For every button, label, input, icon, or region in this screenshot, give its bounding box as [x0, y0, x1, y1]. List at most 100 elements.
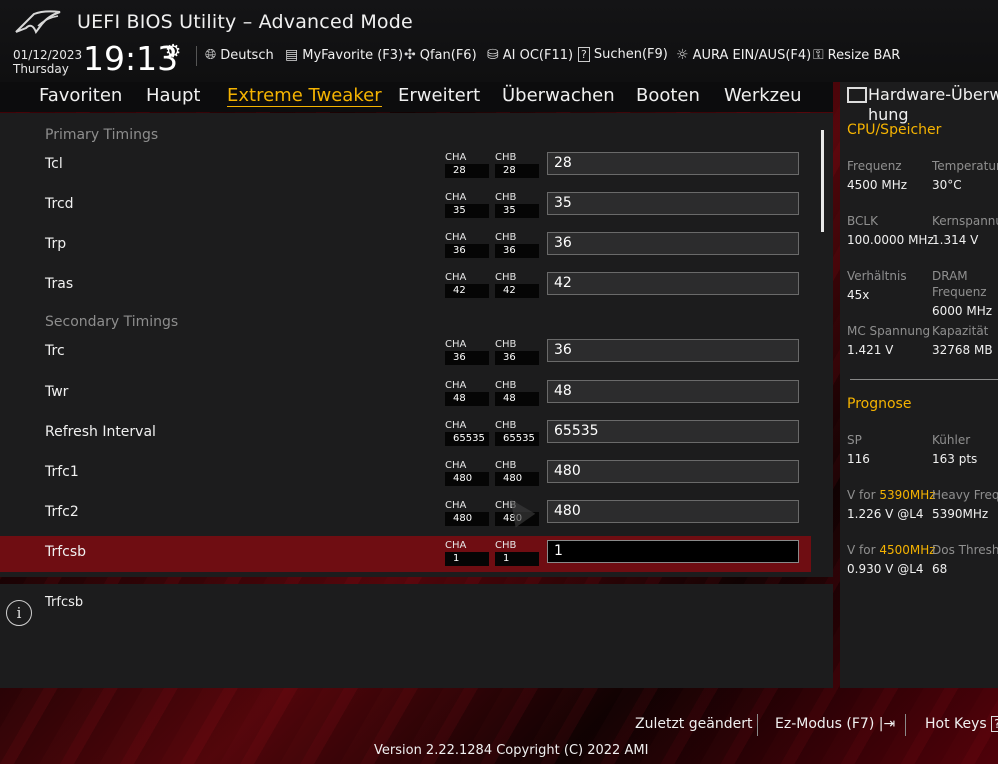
cha-readout: CHA 48 — [445, 379, 489, 406]
timing-row[interactable]: Trp CHA 36 CHB 36 36 — [0, 228, 811, 264]
gear-icon[interactable]: ⚙ — [165, 41, 181, 62]
timing-value-field[interactable]: 36 — [547, 339, 799, 362]
dram-frequency-value: 6000 MHz — [932, 304, 993, 318]
timing-value-field[interactable]: 480 — [547, 460, 799, 483]
chb-label: CHB — [495, 420, 517, 431]
aura-label: AURA EIN/AUS(F4) — [692, 47, 812, 63]
bclk-label: BCLK — [847, 214, 878, 228]
question-icon: ? — [991, 716, 998, 732]
qfan-button[interactable]: ✣ Qfan(F6) — [404, 47, 477, 63]
frequency-label: Frequenz — [847, 159, 902, 173]
cpu-memory-heading: CPU/Speicher — [847, 122, 942, 138]
cha-value: 1 — [445, 552, 489, 566]
tab-werkzeug[interactable]: Werkzeu — [724, 85, 802, 106]
chb-readout: CHB 65535 — [495, 419, 539, 446]
cha-value: 35 — [445, 204, 489, 218]
tab-favoriten[interactable]: Favoriten — [39, 85, 122, 106]
temperature-label: Temperatur — [932, 159, 998, 173]
timing-label: Trcd — [45, 196, 74, 212]
core-voltage-label: Kernspannung — [932, 214, 998, 228]
tab-haupt[interactable]: Haupt — [146, 85, 200, 106]
timing-value-field[interactable]: 42 — [547, 272, 799, 295]
timing-value-field[interactable]: 1 — [547, 540, 799, 563]
timing-value-field[interactable]: 48 — [547, 380, 799, 403]
dram-frequency-label-line1: DRAM — [932, 269, 968, 283]
scrollbar[interactable] — [821, 130, 824, 232]
chb-readout: CHB 480 — [495, 459, 539, 486]
chb-label: CHB — [495, 272, 517, 283]
capacity-value: 32768 MB — [932, 343, 993, 357]
timing-label: Trfc2 — [45, 504, 79, 520]
timing-row[interactable]: Tcl CHA 28 CHB 28 28 — [0, 148, 811, 184]
aura-button[interactable]: ☼ AURA EIN/AUS(F4) — [676, 47, 811, 63]
timing-row[interactable]: Trfc1 CHA 480 CHB 480 480 — [0, 456, 811, 492]
timing-row[interactable]: Trc CHA 36 CHB 36 36 — [0, 335, 811, 371]
footer-divider — [905, 714, 906, 736]
v-for-4500-value: 0.930 V @L4 — [847, 562, 924, 576]
cha-label: CHA — [445, 540, 467, 551]
dram-frequency-label: DRAM Frequenz — [932, 268, 987, 300]
myfavorite-button[interactable]: ▤ MyFavorite (F3) — [285, 47, 403, 63]
timing-row[interactable]: Trcd CHA 35 CHB 35 35 — [0, 188, 811, 224]
timing-row[interactable]: Refresh Interval CHA 65535 CHB 65535 65535 — [0, 416, 811, 452]
section-heading-secondary: Secondary Timings — [45, 314, 179, 330]
chb-value: 36 — [495, 244, 539, 258]
core-voltage-value: 1.314 V — [932, 233, 979, 247]
timing-value-field[interactable]: 35 — [547, 192, 799, 215]
chb-label: CHB — [495, 380, 517, 391]
chb-readout: CHB 1 — [495, 539, 539, 566]
timing-value-field[interactable]: 480 — [547, 500, 799, 523]
timing-row[interactable]: Trfcsb CHA 1 CHB 1 1 — [0, 536, 811, 572]
cha-value: 36 — [445, 244, 489, 258]
chb-value: 28 — [495, 164, 539, 178]
hot-keys-label: Hot Keys — [925, 716, 987, 732]
ai-oc-icon: ⛁ — [487, 47, 499, 63]
sp-label: SP — [847, 433, 862, 447]
timing-label: Trfcsb — [45, 544, 87, 560]
chb-label: CHB — [495, 192, 517, 203]
ratio-label: Verhältnis — [847, 269, 907, 283]
heavy-freq-label: Heavy Freq — [932, 488, 998, 502]
version-text: Version 2.22.1284 Copyright (C) 2022 AMI — [374, 743, 649, 758]
timing-value-field[interactable]: 36 — [547, 232, 799, 255]
tab-erweitert[interactable]: Erweitert — [398, 85, 480, 106]
main-tabs: Favoriten Haupt Extreme Tweaker Erweiter… — [0, 82, 833, 112]
settings-panel: Primary Timings Secondary Timings Tcl CHA… — [0, 113, 833, 577]
cha-label: CHA — [445, 272, 467, 283]
resize-bar-button[interactable]: ⚿ Resize BAR — [813, 47, 900, 63]
app-title: UEFI BIOS Utility – Advanced Mode — [77, 11, 413, 33]
tab-ueberwachen[interactable]: Überwachen — [502, 85, 615, 106]
cha-label: CHA — [445, 232, 467, 243]
cha-value: 28 — [445, 164, 489, 178]
hot-keys-button[interactable]: Hot Keys ? — [925, 716, 998, 732]
sp-value: 116 — [847, 452, 870, 466]
language-label: Deutsch — [220, 47, 274, 63]
language-button[interactable]: 🌐︎ Deutsch — [205, 47, 274, 63]
cha-readout: CHA 36 — [445, 338, 489, 365]
cha-readout: CHA 35 — [445, 191, 489, 218]
day-display: Thursday — [13, 62, 69, 76]
ez-mode-label: Ez-Modus (F7) — [775, 716, 875, 732]
ez-mode-button[interactable]: Ez-Modus (F7) |⇥ — [775, 716, 895, 732]
cha-readout: CHA 36 — [445, 231, 489, 258]
chb-value: 480 — [495, 472, 539, 486]
last-changed-button[interactable]: Zuletzt geändert — [635, 716, 752, 732]
search-button[interactable]: ? Suchen(F9) — [578, 47, 668, 62]
dos-thresh-value: 68 — [932, 562, 948, 576]
timing-row[interactable]: Tras CHA 42 CHB 42 42 — [0, 268, 811, 304]
tab-booten[interactable]: Booten — [636, 85, 700, 106]
cha-readout: CHA 28 — [445, 151, 489, 178]
ai-oc-button[interactable]: ⛁ AI OC(F11) — [487, 47, 573, 63]
chb-readout: CHB 28 — [495, 151, 539, 178]
timing-value-field[interactable]: 28 — [547, 152, 799, 175]
cha-label: CHA — [445, 339, 467, 350]
help-panel: i Trfcsb — [0, 584, 833, 688]
ratio-value: 45x — [847, 288, 870, 302]
cha-value: 65535 — [445, 432, 489, 446]
cha-label: CHA — [445, 380, 467, 391]
timing-value-field[interactable]: 65535 — [547, 420, 799, 443]
timing-row[interactable]: Trfc2 CHA 480 CHB 480 480 — [0, 496, 811, 532]
timing-row[interactable]: Twr CHA 48 CHB 48 48 — [0, 376, 811, 412]
tab-extreme-tweaker[interactable]: Extreme Tweaker — [227, 85, 382, 107]
v-for-4500-label: V for 4500MHz — [847, 542, 936, 558]
